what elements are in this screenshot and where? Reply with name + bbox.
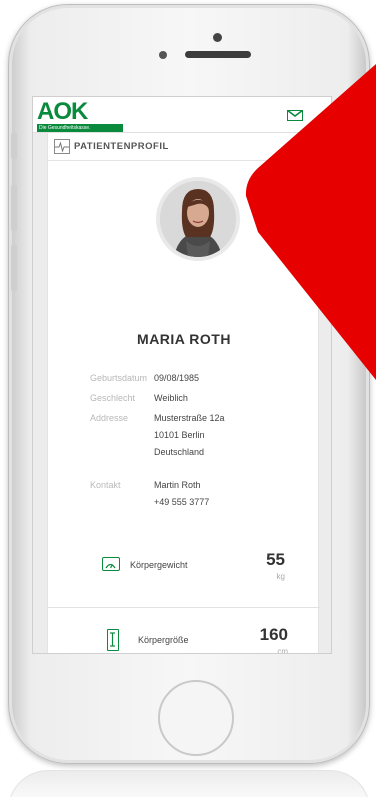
phone-reflection bbox=[8, 770, 370, 797]
mail-icon[interactable] bbox=[287, 110, 303, 121]
weight-label: Körpergewicht bbox=[130, 560, 188, 570]
gender-value: Weiblich bbox=[154, 393, 188, 403]
app-header: AOK Die Gesundheitskasse. bbox=[33, 97, 331, 133]
logo-text: AOK bbox=[37, 98, 88, 125]
contact-label: Kontakt bbox=[90, 480, 121, 490]
height-value: 160 bbox=[259, 625, 288, 644]
phone-screen: AOK Die Gesundheitskasse. PATIENTENPROFI… bbox=[32, 96, 332, 654]
address-label: Addresse bbox=[90, 413, 129, 423]
patient-profile-card: PATIENTENPROFIL MARIA ROTH Geburtsdatum … bbox=[47, 133, 320, 654]
front-camera bbox=[213, 33, 222, 42]
weight-value: 55 bbox=[266, 550, 285, 569]
avatar bbox=[156, 177, 240, 261]
logo-tagline: Die Gesundheitskasse. bbox=[37, 124, 123, 132]
birthdate-label: Geburtsdatum bbox=[90, 373, 148, 383]
volume-up-button bbox=[11, 185, 17, 231]
card-title: PATIENTENPROFIL bbox=[74, 141, 169, 152]
mute-switch bbox=[11, 133, 17, 159]
earpiece-speaker bbox=[185, 51, 251, 58]
avatar-photo bbox=[160, 181, 236, 257]
birthdate-value: 09/08/1985 bbox=[154, 373, 200, 383]
metric-height[interactable]: Körpergröße 160 cm bbox=[48, 623, 320, 654]
height-icon bbox=[107, 629, 119, 651]
card-title-bar: PATIENTENPROFIL bbox=[48, 133, 320, 161]
weight-unit: kg bbox=[276, 572, 285, 581]
address-line-3: Deutschland bbox=[154, 447, 205, 457]
volume-down-button bbox=[11, 245, 17, 291]
metric-weight[interactable]: Körpergewicht 55 kg bbox=[48, 543, 320, 609]
contact-phone[interactable]: +49 555 3777 bbox=[154, 495, 209, 510]
proximity-sensor bbox=[159, 51, 167, 59]
ekg-icon bbox=[54, 139, 70, 154]
scale-icon bbox=[102, 557, 120, 571]
contact-name[interactable]: Martin Roth bbox=[154, 478, 201, 493]
patient-name: MARIA ROTH bbox=[137, 331, 231, 347]
address-line-1: Musterstraße 12a bbox=[154, 413, 225, 423]
address-line-2: 10101 Berlin bbox=[154, 430, 205, 440]
metric-divider bbox=[48, 607, 320, 608]
aok-logo[interactable]: AOK Die Gesundheitskasse. bbox=[37, 98, 127, 132]
height-unit: cm bbox=[277, 647, 288, 654]
height-label: Körpergröße bbox=[138, 635, 189, 645]
home-button[interactable] bbox=[158, 680, 234, 756]
gender-label: Geschlecht bbox=[90, 393, 136, 403]
